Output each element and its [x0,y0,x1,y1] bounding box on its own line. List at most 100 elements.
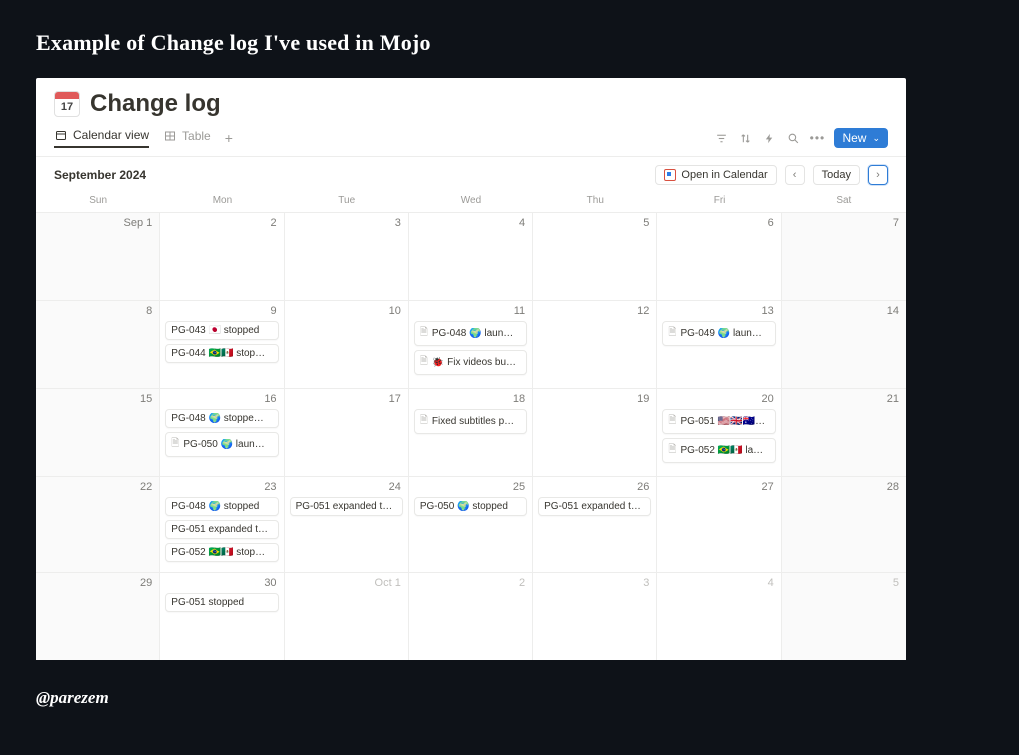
calendar-cell[interactable]: Sep 1 [36,212,160,300]
calendar-cell[interactable]: 30PG-051 stopped [160,572,284,660]
calendar-event[interactable]: 🗎PG-052 🇧🇷🇲🇽 la… [662,438,775,463]
calendar-cell[interactable]: 29 [36,572,160,660]
calendar-event[interactable]: PG-052 🇧🇷🇲🇽 stop… [165,543,278,562]
more-icon[interactable]: ••• [810,131,824,145]
calendar-cell[interactable]: 7 [782,212,906,300]
calendar-event[interactable]: 🗎 🐞 Fix videos bu… [414,350,527,375]
event-label: PG-049 🌍 laun… [680,328,761,339]
calendar-cell[interactable]: 22 [36,476,160,572]
calendar-event[interactable]: 🗎Fixed subtitles p… [414,409,527,434]
calendar-cell[interactable]: 19 [533,388,657,476]
author-handle: @parezem [36,688,983,708]
calendar-cell[interactable]: 18🗎Fixed subtitles p… [409,388,533,476]
calendar-cell[interactable]: 2 [409,572,533,660]
calendar-cell[interactable]: 15 [36,388,160,476]
event-label: PG-052 🇧🇷🇲🇽 stop… [171,547,265,558]
page-icon: 🗎 [668,442,676,459]
page-header: 17 Change log [36,90,906,124]
chevron-down-icon: ⌄ [872,133,880,144]
sort-icon[interactable] [738,131,752,145]
calendar-cell[interactable]: 20🗎PG-051 🇺🇸🇬🇧🇦🇺…🗎PG-052 🇧🇷🇲🇽 la… [657,388,781,476]
day-of-week-row: SunMonTueWedThuFriSat [36,191,906,212]
day-number: 29 [41,577,154,593]
month-row: September 2024 Open in Calendar ‹ Today … [36,157,906,191]
calendar-cell[interactable]: 3 [285,212,409,300]
calendar-event[interactable]: PG-051 expanded t… [538,497,651,516]
tab-calendar-view[interactable]: Calendar view [54,128,149,148]
day-number: Sep 1 [41,217,154,233]
event-label: PG-050 🌍 stopped [420,501,508,512]
day-number: Oct 1 [290,577,403,593]
new-button[interactable]: New ⌄ [834,128,888,148]
dow-label: Sun [36,191,160,212]
calendar-cell[interactable]: 23PG-048 🌍 stoppedPG-051 expanded t…PG-0… [160,476,284,572]
calendar-cell[interactable]: 3 [533,572,657,660]
automation-icon[interactable] [762,131,776,145]
page-icon: 🗎 [420,354,428,371]
calendar-cell[interactable]: 14 [782,300,906,388]
calendar-cell[interactable]: 26PG-051 expanded t… [533,476,657,572]
calendar-cell[interactable]: 28 [782,476,906,572]
event-label: 🐞 Fix videos bu… [432,357,516,368]
search-icon[interactable] [786,131,800,145]
calendar-event[interactable]: 🗎PG-049 🌍 laun… [662,321,775,346]
day-number: 27 [662,481,775,497]
today-button[interactable]: Today [813,165,860,185]
calendar-cell[interactable]: 10 [285,300,409,388]
dow-label: Wed [409,191,533,212]
day-number: 17 [290,393,403,409]
event-label: Fixed subtitles p… [432,416,514,427]
calendar-event[interactable]: PG-048 🌍 stoppe… [165,409,278,428]
event-label: PG-043 🇯🇵 stopped [171,325,259,336]
calendar-cell[interactable]: 6 [657,212,781,300]
calendar-event[interactable]: PG-050 🌍 stopped [414,497,527,516]
next-month-button[interactable]: › [868,165,888,185]
calendar-cell[interactable]: 12 [533,300,657,388]
day-number: 8 [41,305,154,321]
calendar-cell[interactable]: 27 [657,476,781,572]
calendar-cell[interactable]: 21 [782,388,906,476]
day-number: 25 [414,481,527,497]
calendar-cell[interactable]: 8 [36,300,160,388]
tab-table-label: Table [182,129,211,143]
calendar-cell[interactable]: 9PG-043 🇯🇵 stoppedPG-044 🇧🇷🇲🇽 stop… [160,300,284,388]
prev-month-button[interactable]: ‹ [785,165,805,185]
calendar-event[interactable]: PG-051 stopped [165,593,278,612]
calendar-cell[interactable]: 13🗎PG-049 🌍 laun… [657,300,781,388]
calendar-event[interactable]: PG-051 expanded t… [165,520,278,539]
calendar-cell[interactable]: 5 [782,572,906,660]
page-icon: 🗎 [420,325,428,342]
event-label: PG-050 🌍 laun… [183,439,264,450]
calendar-cell[interactable]: Oct 1 [285,572,409,660]
calendar-event[interactable]: 🗎PG-051 🇺🇸🇬🇧🇦🇺… [662,409,775,434]
calendar-cell[interactable]: 17 [285,388,409,476]
views-bar: Calendar view Table + ••• New ⌄ [36,124,906,157]
calendar-cell[interactable]: 25 PG-050 🌍 stopped [409,476,533,572]
page-icon-calendar: 17 [54,91,80,117]
day-number: 22 [41,481,154,497]
calendar-event[interactable]: PG-043 🇯🇵 stopped [165,321,278,340]
event-label: PG-051 expanded t… [171,524,268,535]
calendar-cell[interactable]: 11🗎PG-048 🌍 laun…🗎🐞 Fix videos bu… [409,300,533,388]
calendar-cell[interactable]: 4 [409,212,533,300]
calendar-cell[interactable]: 5 [533,212,657,300]
day-number: 16 [165,393,278,409]
calendar-cell[interactable]: 16PG-048 🌍 stoppe… 🗎PG-050 🌍 laun… [160,388,284,476]
open-in-calendar-button[interactable]: Open in Calendar [655,165,776,185]
calendar-cell[interactable]: 4 [657,572,781,660]
notion-page: 17 Change log Calendar view Table + [36,78,906,660]
dow-label: Fri [657,191,781,212]
calendar-event[interactable]: 🗎PG-050 🌍 laun… [165,432,278,457]
filter-icon[interactable] [714,131,728,145]
calendar-cell[interactable]: 2 [160,212,284,300]
page-icon: 🗎 [668,413,676,430]
calendar-cell[interactable]: 24PG-051 expanded t… [285,476,409,572]
calendar-event[interactable]: PG-051 expanded t… [290,497,403,516]
add-view-button[interactable]: + [225,130,233,146]
day-number: 5 [787,577,901,593]
tab-table-view[interactable]: Table [163,129,211,147]
day-number: 12 [538,305,651,321]
calendar-event[interactable]: PG-048 🌍 stopped [165,497,278,516]
calendar-event[interactable]: PG-044 🇧🇷🇲🇽 stop… [165,344,278,363]
calendar-event[interactable]: 🗎PG-048 🌍 laun… [414,321,527,346]
